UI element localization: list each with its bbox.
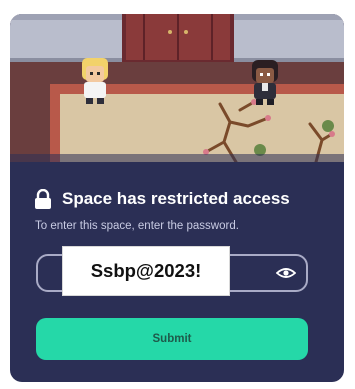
password-value: Ssbp@2023! [62, 246, 230, 296]
lock-icon [35, 189, 51, 209]
dialog-subtitle: To enter this space, enter the password. [35, 220, 239, 232]
space-preview-scene [10, 14, 344, 162]
dialog-title: Space has restricted access [62, 189, 290, 208]
restricted-access-dialog: Space has restricted access To enter thi… [10, 14, 344, 382]
dialog-heading: Space has restricted access [34, 186, 290, 212]
eye-icon[interactable] [276, 266, 296, 280]
submit-button[interactable]: Submit [36, 318, 308, 360]
